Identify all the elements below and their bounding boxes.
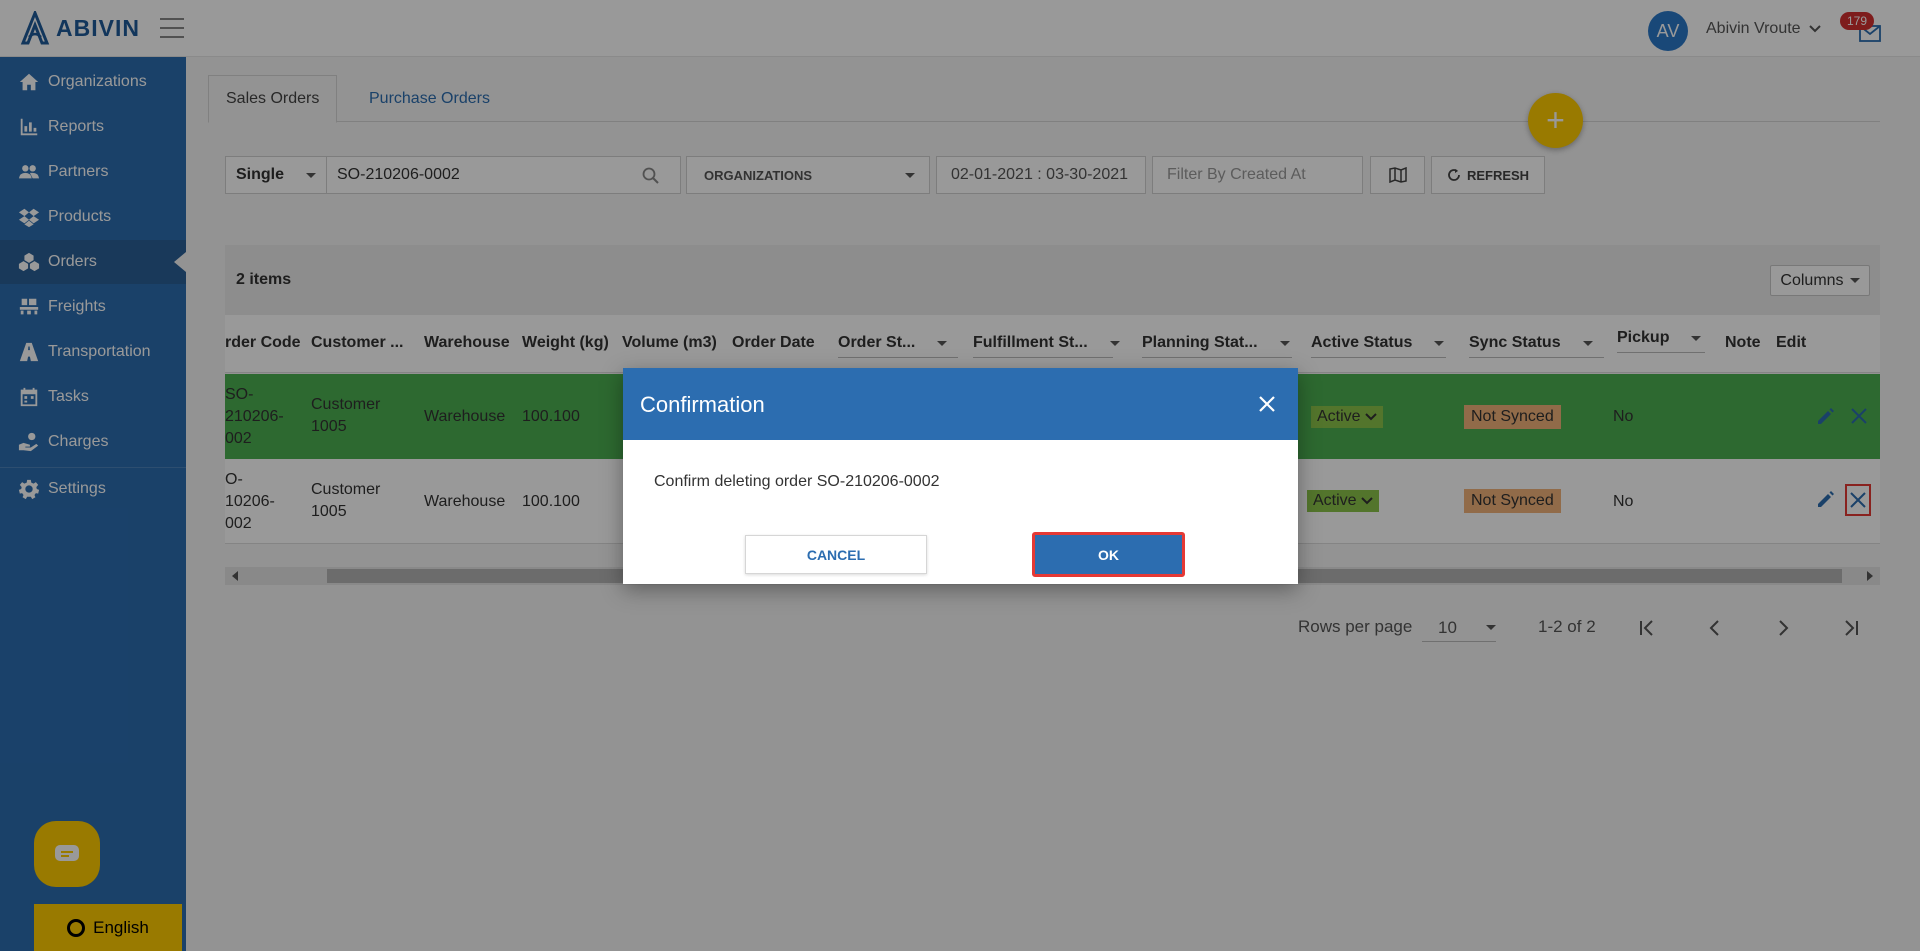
dialog-header: Confirmation	[623, 368, 1298, 440]
dialog-message: Confirm deleting order SO-210206-0002	[654, 473, 940, 490]
close-icon[interactable]	[1253, 390, 1281, 418]
dialog-title: Confirmation	[640, 392, 765, 417]
confirmation-dialog: Confirmation Confirm deleting order SO-2…	[623, 368, 1298, 584]
ok-button[interactable]: OK	[1032, 532, 1185, 577]
cancel-button[interactable]: CANCEL	[745, 535, 927, 574]
